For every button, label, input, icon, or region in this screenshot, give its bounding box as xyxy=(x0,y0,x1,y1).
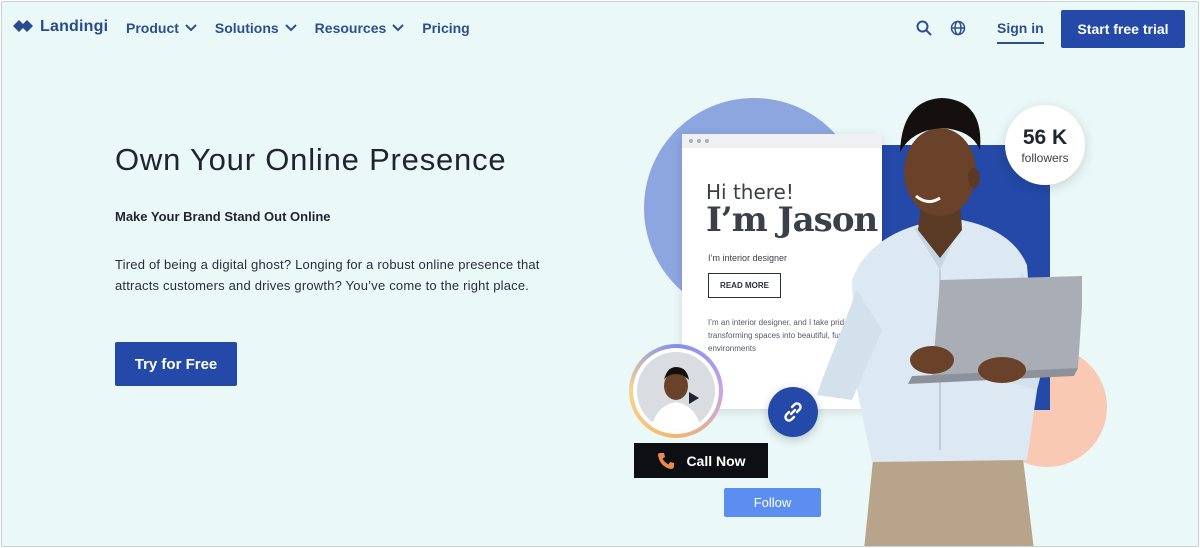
avatar-inner xyxy=(633,348,719,434)
menu-label: Product xyxy=(126,20,179,36)
window-dot xyxy=(689,139,693,143)
window-dot xyxy=(697,139,701,143)
read-more-button: READ MORE xyxy=(708,273,781,298)
video-avatar xyxy=(629,344,723,438)
follow-button: Follow xyxy=(724,488,821,517)
phone-icon xyxy=(658,452,675,469)
chevron-down-icon xyxy=(392,24,404,32)
page: Landingi Product Solutions Resources Pri… xyxy=(1,1,1199,547)
followers-label: followers xyxy=(1021,150,1069,165)
hero-title: Own Your Online Presence xyxy=(115,142,507,177)
brand-logo[interactable]: Landingi xyxy=(12,18,108,36)
menu-label: Resources xyxy=(314,20,387,36)
menu-item-product[interactable]: Product xyxy=(126,20,197,36)
preview-role: I’m interior designer xyxy=(708,253,788,263)
menu-item-resources[interactable]: Resources xyxy=(315,20,405,36)
top-nav: Landingi Product Solutions Resources Pri… xyxy=(2,2,1198,58)
chevron-down-icon xyxy=(185,24,197,32)
sign-in-link[interactable]: Sign in xyxy=(997,20,1044,44)
window-dot xyxy=(705,139,709,143)
main-menu: Product Solutions Resources Pricing xyxy=(126,20,470,36)
try-for-free-button[interactable]: Try for Free xyxy=(115,342,237,386)
hero-description: Tired of being a digital ghost? Longing … xyxy=(115,257,540,293)
hero-subtitle: Make Your Brand Stand Out Online xyxy=(115,209,331,224)
globe-icon[interactable] xyxy=(950,20,966,36)
link-share-button xyxy=(768,387,818,437)
call-now-button: Call Now xyxy=(634,443,768,478)
link-icon xyxy=(784,402,802,422)
menu-label: Solutions xyxy=(214,20,279,36)
chevron-down-icon xyxy=(284,24,297,32)
brand-name: Landingi xyxy=(40,18,109,35)
search-icon[interactable] xyxy=(916,20,932,36)
followers-count: 56 K xyxy=(1022,125,1068,149)
start-free-trial-button[interactable]: Start free trial xyxy=(1061,10,1185,48)
landingi-logo-icon xyxy=(13,20,33,32)
followers-badge: 56 K followers xyxy=(1005,105,1085,185)
avatar-photo-icon xyxy=(637,352,715,430)
menu-item-pricing[interactable]: Pricing xyxy=(422,20,469,36)
menu-label: Pricing xyxy=(422,20,470,36)
call-now-label: Call Now xyxy=(686,452,746,469)
menu-item-solutions[interactable]: Solutions xyxy=(215,20,297,36)
